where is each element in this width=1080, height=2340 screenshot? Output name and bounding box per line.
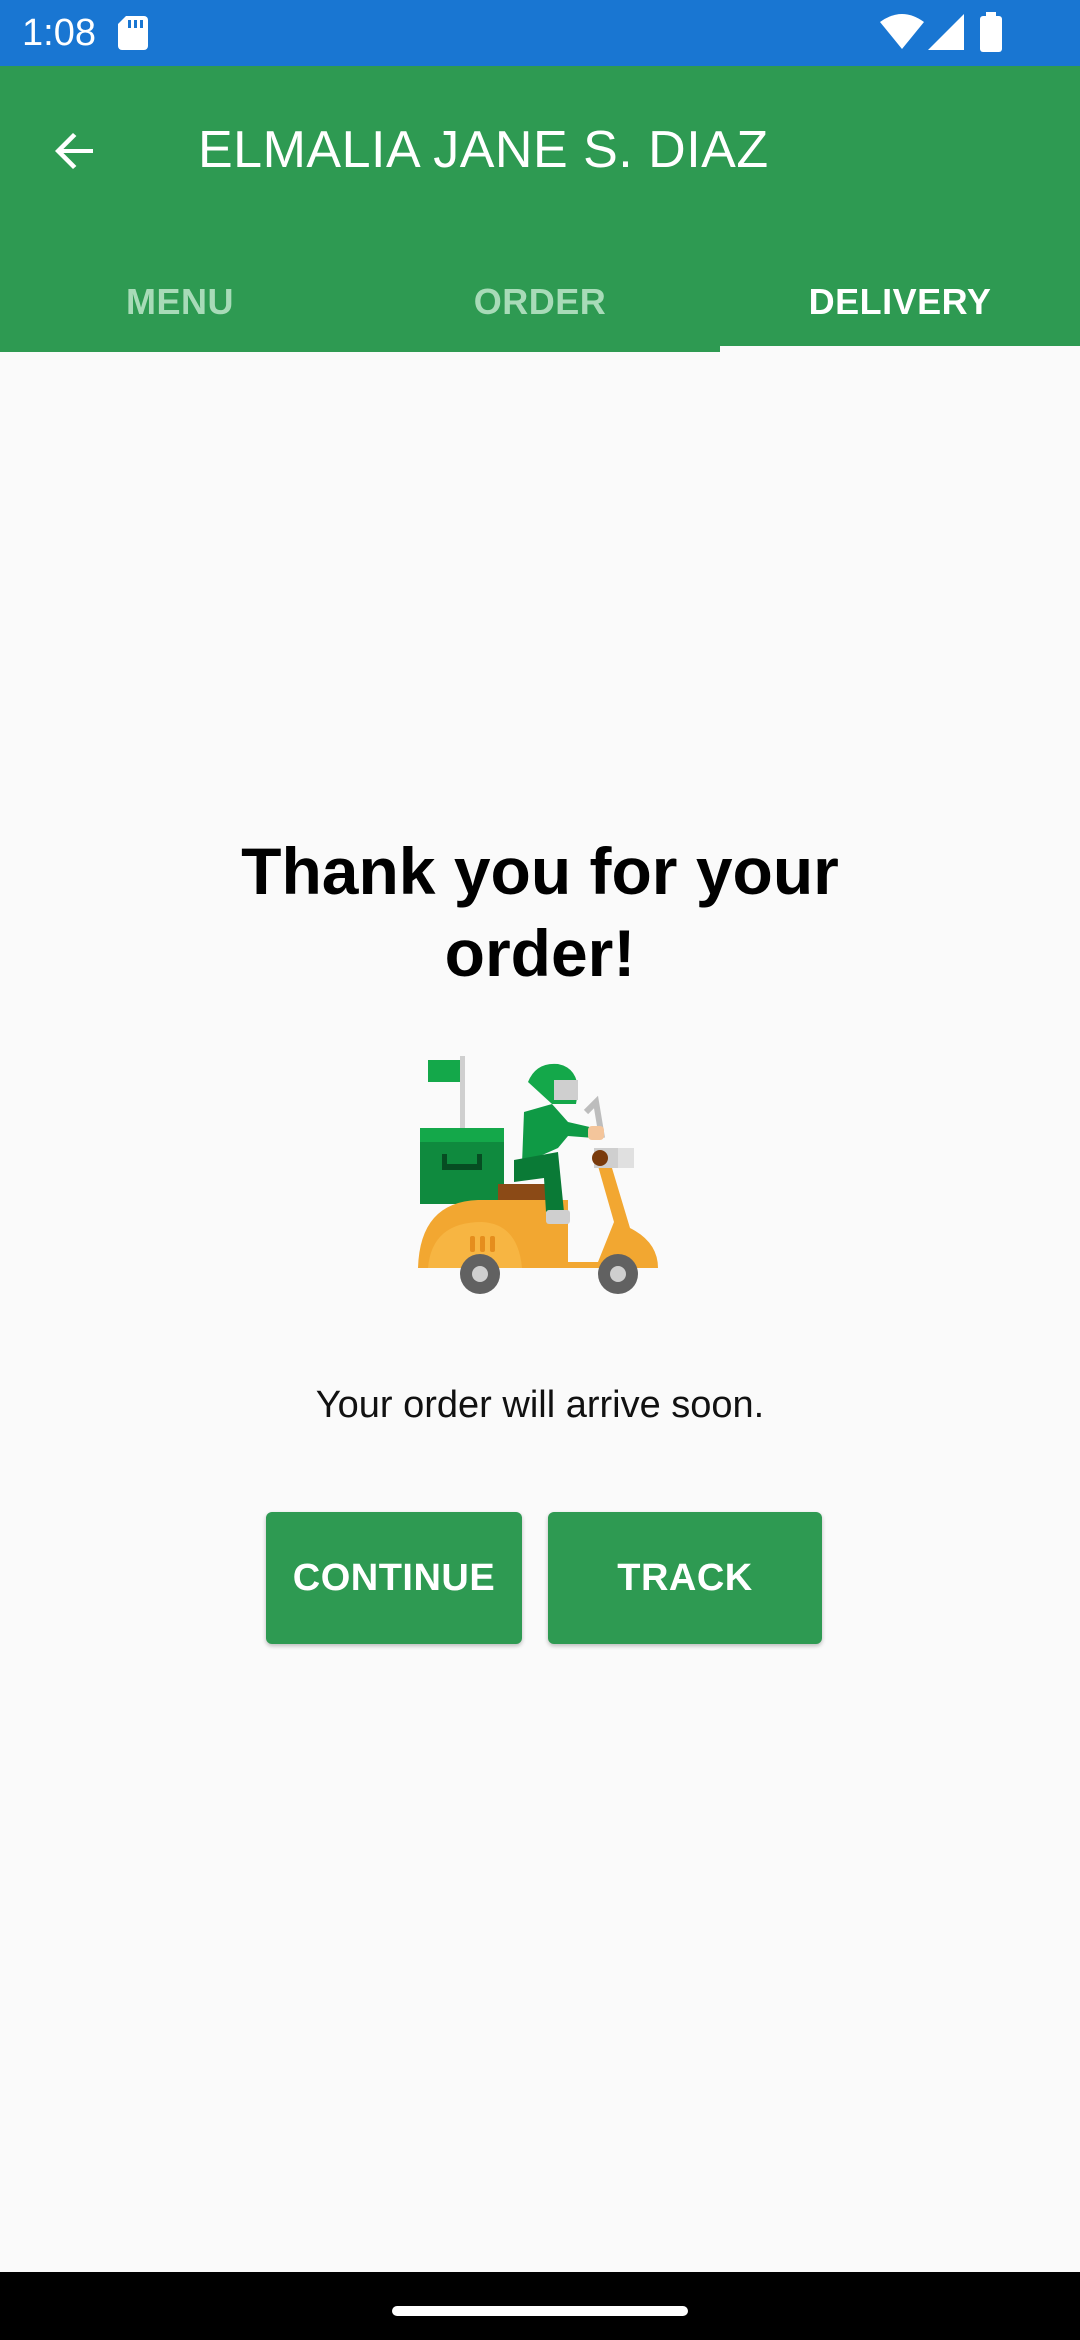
cell-signal-icon: [928, 14, 964, 50]
app-title: ELMALIA JANE S. DIAZ: [198, 121, 769, 179]
tab-delivery-label: DELIVERY: [808, 281, 992, 322]
screen: 1:08 ELMALIA JANE S. DIAZ MENU ORDER DEL…: [0, 0, 1080, 2340]
battery-icon: [980, 12, 1002, 52]
status-bar: 1:08: [0, 0, 1080, 66]
main-content: Thank you for your order! Your order wil…: [0, 352, 1080, 2272]
tab-menu[interactable]: MENU: [0, 252, 360, 352]
arrival-message: Your order will arrive soon.: [315, 1384, 765, 1426]
arrow-back-icon: [55, 133, 93, 169]
delivery-scooter-icon: [418, 1056, 658, 1294]
home-handle[interactable]: [392, 2306, 688, 2316]
app-bar: ELMALIA JANE S. DIAZ MENU ORDER DELIVERY: [0, 66, 1080, 352]
status-time: 1:08: [22, 12, 96, 54]
track-button[interactable]: TRACK: [548, 1512, 822, 1644]
tab-bar: MENU ORDER DELIVERY: [0, 252, 1080, 352]
thank-you-heading: Thank you for your order!: [241, 834, 839, 990]
back-button[interactable]: [30, 106, 120, 196]
tab-order[interactable]: ORDER: [360, 252, 720, 352]
navigation-bar: [0, 2272, 1080, 2340]
wifi-icon: [880, 14, 924, 49]
tab-delivery[interactable]: DELIVERY: [720, 252, 1080, 352]
continue-button[interactable]: CONTINUE: [266, 1512, 522, 1644]
sd-card-icon: [118, 16, 148, 50]
